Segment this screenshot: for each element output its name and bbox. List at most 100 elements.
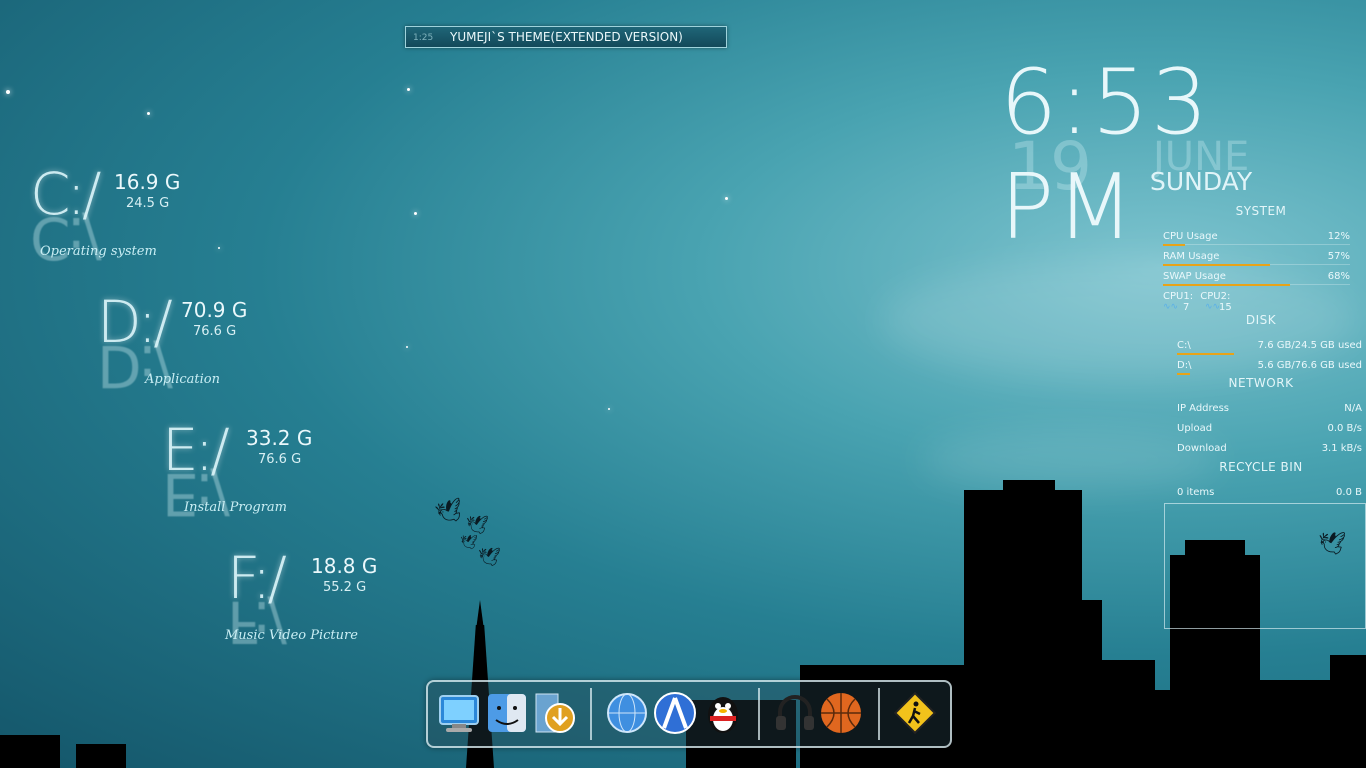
cpu-graph-icon: ∿∿: [1205, 302, 1221, 312]
row-line: [1163, 244, 1350, 245]
drive-letter-reflection: E:/: [162, 460, 226, 528]
swap-usage-row: SWAP Usage 68%: [1158, 271, 1364, 289]
media-player-bar[interactable]: 1:25 YUMEJI`S THEME(EXTENDED VERSION): [405, 26, 727, 48]
browser-icon[interactable]: [652, 690, 698, 736]
drive-d[interactable]: D:/ D:/ 70.9 G 76.6 G Application: [97, 288, 377, 400]
row-value: 68%: [1327, 271, 1350, 282]
drive-c[interactable]: C:/ C:/ 16.9 G 24.5 G Operating system: [30, 160, 310, 272]
playback-time: 1:25: [413, 33, 434, 43]
row-label: Download: [1177, 443, 1227, 454]
clock-time: 6:53 PM: [1000, 50, 1211, 260]
dock-separator: [878, 688, 880, 740]
drive-e[interactable]: E:/ E:/ 33.2 G 76.6 G Install Program: [162, 416, 442, 528]
dock-separator: [758, 688, 760, 740]
cpu1-value: 7: [1183, 302, 1190, 313]
system-title: SYSTEM: [1235, 204, 1287, 218]
dock-separator: [590, 688, 592, 740]
recycle-items: 0 items: [1177, 487, 1215, 498]
row-label: Upload: [1177, 423, 1213, 434]
recycle-bin-dropzone[interactable]: [1164, 503, 1366, 629]
drive-label: Application: [145, 372, 220, 387]
cpu-usage-row: CPU Usage 12%: [1158, 231, 1364, 249]
building: [1003, 480, 1055, 500]
row-value: 12%: [1327, 231, 1350, 242]
drive-f[interactable]: F:/ F:/ 18.8 G 55.2 G Music Video Pictur…: [225, 544, 507, 656]
row-label: C:\: [1177, 340, 1191, 351]
building: [76, 744, 126, 768]
drive-total-space: 24.5 G: [126, 196, 170, 211]
drive-total-space: 76.6 G: [193, 324, 237, 339]
drive-label: Operating system: [40, 244, 157, 259]
usage-bar: [1177, 373, 1190, 375]
building: [0, 735, 60, 768]
recycle-size: 0.0 B: [1336, 487, 1362, 498]
drive-free-space: 33.2 G: [246, 426, 313, 450]
upload-row: Upload 0.0 B/s: [1158, 423, 1364, 441]
star: [725, 197, 728, 200]
globe-icon[interactable]: [604, 690, 650, 736]
cpu2-label: CPU2:: [1200, 291, 1231, 302]
row-label: SWAP Usage: [1163, 271, 1226, 282]
ram-usage-row: RAM Usage 57%: [1158, 251, 1364, 269]
monitor-icon[interactable]: [436, 690, 482, 736]
row-value: 5.6 GB/76.6 GB used: [1257, 360, 1362, 371]
row-label: D:\: [1177, 360, 1192, 371]
bird-icon: 🕊: [478, 547, 501, 568]
building: [1260, 680, 1335, 768]
qq-penguin-icon[interactable]: [700, 690, 746, 736]
row-value: 57%: [1327, 251, 1350, 262]
date-weekday: SUNDAY: [1150, 167, 1253, 196]
star: [147, 112, 150, 115]
row-value: N/A: [1344, 403, 1362, 414]
cpu-cores: CPU1: CPU2: ∿∿ 7 ∿∿ 15: [1163, 291, 1283, 314]
drive-free-space: 16.9 G: [114, 170, 181, 194]
dock: [426, 680, 952, 748]
headphones-icon[interactable]: [772, 690, 818, 736]
usage-bar: [1163, 244, 1185, 246]
drive-label: Install Program: [184, 500, 288, 515]
cpu1-label: CPU1:: [1163, 291, 1194, 302]
finder-icon[interactable]: [484, 690, 530, 736]
drive-total-space: 55.2 G: [323, 580, 367, 595]
drive-free-space: 70.9 G: [181, 298, 248, 322]
row-value: 3.1 kB/s: [1321, 443, 1362, 454]
bird-icon: 🕊: [460, 535, 478, 551]
row-label: RAM Usage: [1163, 251, 1220, 262]
building: [1100, 660, 1155, 768]
drive-letter-reflection: D:/: [97, 332, 169, 400]
disk-c-row: C:\ 7.6 GB/24.5 GB used: [1158, 340, 1364, 358]
ip-row: IP Address N/A: [1158, 403, 1364, 421]
building: [964, 490, 1082, 768]
bird-icon: 🕊: [433, 496, 467, 529]
recycle-bin-title: RECYCLE BIN: [1219, 460, 1303, 474]
bird-icon: 🕊: [466, 515, 489, 536]
drive-letter-reflection: C:/: [30, 204, 98, 272]
track-title: YUMEJI`S THEME(EXTENDED VERSION): [450, 30, 683, 44]
drive-label: Music Video Picture: [225, 628, 358, 643]
star: [406, 346, 408, 348]
usage-bar: [1163, 284, 1290, 286]
download-icon[interactable]: [530, 690, 576, 736]
cpu-graph-icon: ∿∿: [1163, 302, 1179, 312]
row-value: 7.6 GB/24.5 GB used: [1257, 340, 1362, 351]
download-row: Download 3.1 kB/s: [1158, 443, 1364, 461]
disk-title: DISK: [1245, 313, 1277, 327]
star: [608, 408, 610, 410]
row-value: 0.0 B/s: [1327, 423, 1362, 434]
pedestrian-sign-icon[interactable]: [892, 690, 938, 736]
basketball-icon[interactable]: [818, 690, 864, 736]
row-label: IP Address: [1177, 403, 1229, 414]
drive-free-space: 18.8 G: [311, 554, 378, 578]
building: [1330, 655, 1366, 768]
cpu2-value: 15: [1219, 302, 1232, 313]
network-title: NETWORK: [1228, 376, 1294, 390]
drive-letter-reflection: F:/: [227, 588, 283, 656]
building: [1078, 600, 1102, 768]
star: [407, 88, 410, 91]
drive-total-space: 76.6 G: [258, 452, 302, 467]
row-label: CPU Usage: [1163, 231, 1218, 242]
usage-bar: [1177, 353, 1234, 355]
star: [6, 90, 10, 94]
star: [414, 212, 417, 215]
usage-bar: [1163, 264, 1270, 266]
